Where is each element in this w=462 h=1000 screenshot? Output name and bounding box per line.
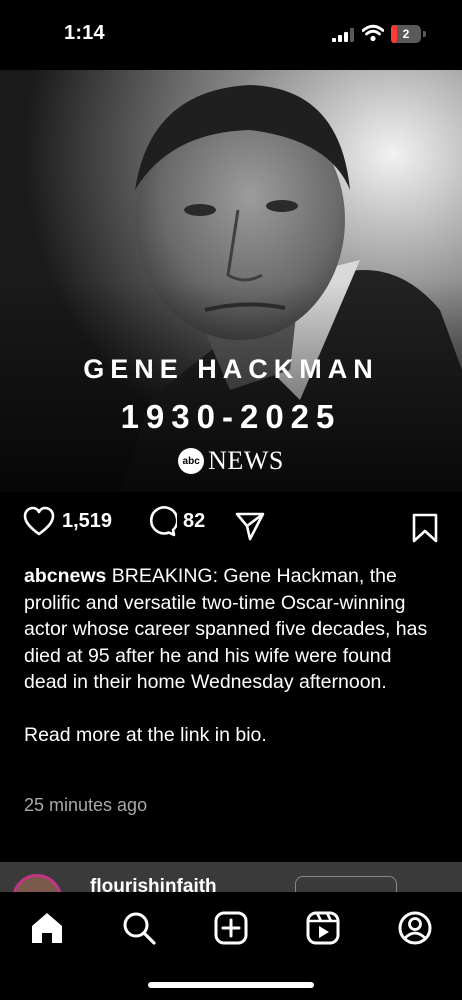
post-caption: abcnews BREAKING: Gene Hackman, the prol… bbox=[24, 563, 440, 748]
battery-nub bbox=[423, 31, 426, 37]
read-more-text: Read more at the link in bio. bbox=[24, 723, 267, 746]
battery-icon: 2 bbox=[391, 25, 421, 43]
avatar[interactable] bbox=[12, 874, 62, 892]
abc-news-logo: abc NEWS bbox=[0, 446, 462, 476]
next-post-username[interactable]: flourishinfaith bbox=[90, 876, 217, 892]
news-logo-text: NEWS bbox=[208, 446, 284, 475]
cellular-signal-icon bbox=[332, 28, 354, 42]
like-count[interactable]: 1,519 bbox=[62, 510, 112, 533]
follow-button[interactable] bbox=[295, 876, 397, 892]
post-timestamp: 25 minutes ago bbox=[24, 795, 148, 815]
status-time: 1:14 bbox=[64, 22, 105, 44]
reels-icon[interactable] bbox=[305, 910, 341, 946]
abc-logo-circle: abc bbox=[178, 448, 205, 474]
caption-username[interactable]: abcnews bbox=[24, 565, 106, 587]
comment-action[interactable]: 82 bbox=[145, 505, 205, 537]
bookmark-icon[interactable] bbox=[411, 512, 439, 544]
profile-icon[interactable] bbox=[397, 910, 433, 946]
create-post-icon[interactable] bbox=[213, 910, 249, 946]
caption-body: abcnews BREAKING: Gene Hackman, the prol… bbox=[24, 563, 440, 696]
share-icon[interactable] bbox=[234, 511, 266, 541]
status-bar: 1:14 2 bbox=[0, 0, 462, 70]
next-post-header[interactable]: flourishinfaith bbox=[0, 862, 462, 892]
home-icon[interactable] bbox=[29, 910, 65, 946]
comment-icon[interactable] bbox=[145, 505, 177, 537]
home-indicator[interactable] bbox=[148, 982, 314, 988]
search-icon[interactable] bbox=[121, 910, 157, 946]
battery-percentage: 2 bbox=[402, 27, 410, 41]
image-years-text: 1930-2025 bbox=[120, 398, 342, 435]
image-name-text: GENE HACKMAN bbox=[83, 354, 379, 384]
comment-count[interactable]: 82 bbox=[183, 510, 205, 533]
post-image[interactable]: GENE HACKMAN 1930-2025 abc NEWS bbox=[0, 70, 462, 492]
post-action-bar: 1,519 82 bbox=[0, 505, 462, 549]
heart-icon[interactable] bbox=[22, 505, 56, 537]
like-action[interactable]: 1,519 bbox=[22, 505, 112, 537]
wifi-icon bbox=[362, 24, 384, 42]
